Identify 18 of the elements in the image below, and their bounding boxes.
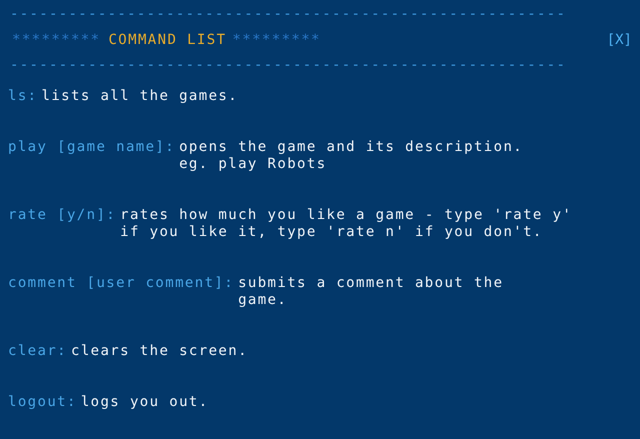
command-name: rate [y/n]: — [8, 207, 116, 224]
command-name: clear: — [8, 343, 67, 360]
command-description: submits a comment about the game. — [238, 275, 504, 309]
command-description: logs you out. — [80, 394, 209, 411]
command-description: rates how much you like a game - type 'rate y' if you like it, type 'rate n' if you don't. — [120, 207, 572, 241]
close-button[interactable]: [X] — [606, 32, 632, 48]
command-name: play [game name]: — [8, 139, 176, 156]
command-description: opens the game and its description. eg. play Robots — [179, 139, 524, 173]
asterisk-decoration: ********* — [232, 32, 321, 48]
asterisk-decoration: ********* — [12, 32, 100, 48]
command-name: ls: — [8, 88, 38, 105]
command-list-title: COMMAND LIST — [108, 32, 226, 48]
dashed-rule: --------------------------------------------------------- — [10, 6, 566, 23]
command-description: lists all the games. — [42, 88, 238, 105]
command-name: logout: — [8, 394, 77, 411]
dashed-rule: --------------------------------------------------------- — [10, 57, 566, 74]
command-name: comment [user comment]: — [8, 275, 234, 292]
command-description: clears the screen. — [70, 343, 248, 360]
